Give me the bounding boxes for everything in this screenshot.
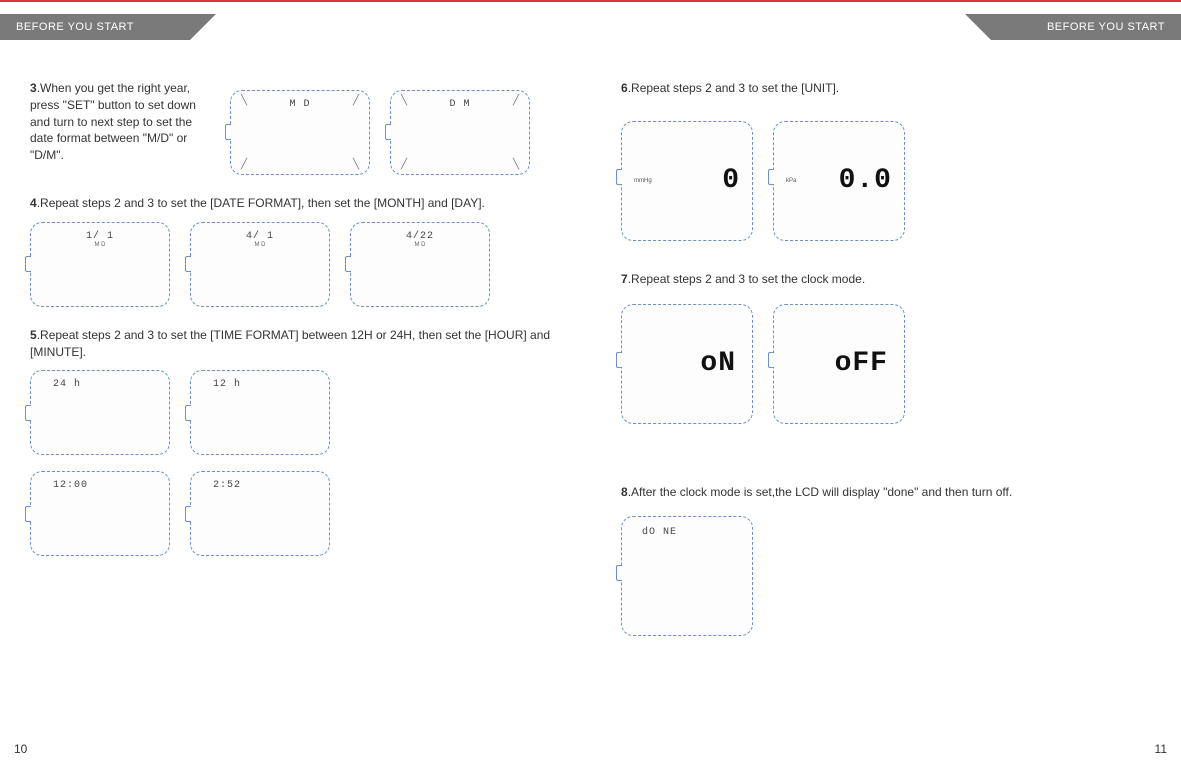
step-4: 4.Repeat steps 2 and 3 to set the [DATE … bbox=[30, 195, 560, 307]
lcd-step4-3-sub: M D bbox=[357, 242, 483, 248]
page-left: BEFORE YOU START 3.When you get the righ… bbox=[0, 0, 590, 768]
page-right: BEFORE YOU START 6.Repeat steps 2 and 3 … bbox=[591, 0, 1181, 768]
lcd-step6-1: mmHg 0 bbox=[621, 121, 753, 241]
lcd-tick-icon bbox=[616, 352, 622, 368]
page-number-left: 10 bbox=[14, 742, 27, 756]
step-4-body: .Repeat steps 2 and 3 to set the [DATE F… bbox=[37, 196, 485, 210]
lcd-step5-4: 2:52 bbox=[190, 471, 330, 556]
step-3-num: 3 bbox=[30, 81, 37, 95]
header-tab-right-text: BEFORE YOU START bbox=[1047, 21, 1165, 33]
lcd-step6-2: kPa 0.0 bbox=[773, 121, 905, 241]
lcd-step3-2: D M ╲ ╱ ╱ ╲ bbox=[390, 90, 530, 175]
lcd-step5-1-val: 24 h bbox=[37, 375, 163, 390]
step-8-num: 8 bbox=[621, 485, 628, 499]
step-3-body: .When you get the right year, press "SET… bbox=[30, 81, 196, 162]
lcd-step4-3-val: 4/22 bbox=[357, 227, 483, 242]
lcd-step5-4-val: 2:52 bbox=[197, 476, 323, 491]
lcd-step5-2-val: 12 h bbox=[197, 375, 323, 390]
lcd-step5-1: 24 h bbox=[30, 370, 170, 455]
lcd-tick-icon bbox=[616, 565, 622, 581]
step-6-body: .Repeat steps 2 and 3 to set the [UNIT]. bbox=[628, 81, 839, 95]
step-4-text: 4.Repeat steps 2 and 3 to set the [DATE … bbox=[30, 195, 560, 212]
step-5-text: 5.Repeat steps 2 and 3 to set the [TIME … bbox=[30, 327, 560, 361]
lcd-step6-1-val: 0 bbox=[722, 165, 740, 196]
step-7-body: .Repeat steps 2 and 3 to set the clock m… bbox=[628, 272, 865, 286]
lcd-step4-1-sub: M D bbox=[37, 242, 163, 248]
lcd-tick-icon bbox=[185, 405, 191, 421]
lcd-step4-2: 4/ 1 M D bbox=[190, 222, 330, 307]
lcd-step6-2-val: 0.0 bbox=[839, 165, 892, 196]
lcd-tick-icon bbox=[25, 405, 31, 421]
lcd-step5-3-val: 12:00 bbox=[37, 476, 163, 491]
lcd-tick-icon bbox=[25, 256, 31, 272]
lcd-step4-1: 1/ 1 M D bbox=[30, 222, 170, 307]
step-8-body: .After the clock mode is set,the LCD wil… bbox=[628, 485, 1013, 499]
lcd-step3-1: M D ╲ ╱ ╱ ╲ bbox=[230, 90, 370, 175]
step-5: 5.Repeat steps 2 and 3 to set the [TIME … bbox=[30, 327, 560, 557]
lcd-tick-icon bbox=[385, 124, 391, 140]
lcd-step4-2-sub: M D bbox=[197, 242, 323, 248]
step-4-num: 4 bbox=[30, 196, 37, 210]
step-8: 8.After the clock mode is set,the LCD wi… bbox=[621, 484, 1151, 637]
lcd-step3-2-label: D M bbox=[397, 95, 523, 113]
lcd-step7-1-val: oN bbox=[628, 309, 746, 419]
lcd-step7-2: oFF bbox=[773, 304, 905, 424]
lcd-step8-1: dO NE bbox=[621, 516, 753, 636]
page-number-right: 11 bbox=[1155, 742, 1167, 756]
lcd-step7-1: oN bbox=[621, 304, 753, 424]
lcd-tick-icon bbox=[185, 256, 191, 272]
flash-mark-icon: ╱ bbox=[513, 95, 519, 106]
step-5-num: 5 bbox=[30, 328, 37, 342]
header-tab-left-text: BEFORE YOU START bbox=[16, 21, 134, 33]
lcd-tick-icon bbox=[345, 256, 351, 272]
lcd-step5-3: 12:00 bbox=[30, 471, 170, 556]
lcd-tick-icon bbox=[25, 506, 31, 522]
header-tab-right: BEFORE YOU START bbox=[991, 14, 1181, 40]
lcd-tick-icon bbox=[616, 169, 622, 185]
lcd-step7-2-val: oFF bbox=[780, 309, 898, 419]
flash-mark-icon: ╱ bbox=[353, 95, 359, 106]
lcd-tick-icon bbox=[768, 169, 774, 185]
step-6: 6.Repeat steps 2 and 3 to set the [UNIT]… bbox=[621, 80, 1151, 241]
lcd-step5-2: 12 h bbox=[190, 370, 330, 455]
left-content: 3.When you get the right year, press "SE… bbox=[30, 80, 560, 576]
header-tab-left: BEFORE YOU START bbox=[0, 14, 190, 40]
step-7: 7.Repeat steps 2 and 3 to set the clock … bbox=[621, 271, 1151, 424]
lcd-step6-2-unit: kPa bbox=[786, 178, 796, 184]
right-content: 6.Repeat steps 2 and 3 to set the [UNIT]… bbox=[621, 80, 1151, 656]
flash-mark-icon: ╱ bbox=[241, 159, 247, 170]
lcd-step4-3: 4/22 M D bbox=[350, 222, 490, 307]
lcd-step3-1-label: M D bbox=[237, 95, 363, 113]
flash-mark-icon: ╲ bbox=[401, 95, 407, 106]
step-5-body: .Repeat steps 2 and 3 to set the [TIME F… bbox=[30, 328, 550, 359]
lcd-step4-1-val: 1/ 1 bbox=[37, 227, 163, 242]
step-6-text: 6.Repeat steps 2 and 3 to set the [UNIT]… bbox=[621, 80, 1151, 97]
step-3-text: 3.When you get the right year, press "SE… bbox=[30, 80, 210, 164]
lcd-step6-1-unit: mmHg bbox=[634, 178, 652, 184]
flash-mark-icon: ╲ bbox=[241, 95, 247, 106]
flash-mark-icon: ╱ bbox=[401, 159, 407, 170]
step-7-num: 7 bbox=[621, 272, 628, 286]
lcd-tick-icon bbox=[225, 124, 231, 140]
step-3: 3.When you get the right year, press "SE… bbox=[30, 80, 560, 175]
flash-mark-icon: ╲ bbox=[353, 159, 359, 170]
step-6-num: 6 bbox=[621, 81, 628, 95]
lcd-step8-1-val: dO NE bbox=[628, 521, 746, 538]
lcd-step4-2-val: 4/ 1 bbox=[197, 227, 323, 242]
lcd-tick-icon bbox=[185, 506, 191, 522]
flash-mark-icon: ╲ bbox=[513, 159, 519, 170]
lcd-tick-icon bbox=[768, 352, 774, 368]
step-8-text: 8.After the clock mode is set,the LCD wi… bbox=[621, 484, 1151, 501]
step-7-text: 7.Repeat steps 2 and 3 to set the clock … bbox=[621, 271, 1151, 288]
